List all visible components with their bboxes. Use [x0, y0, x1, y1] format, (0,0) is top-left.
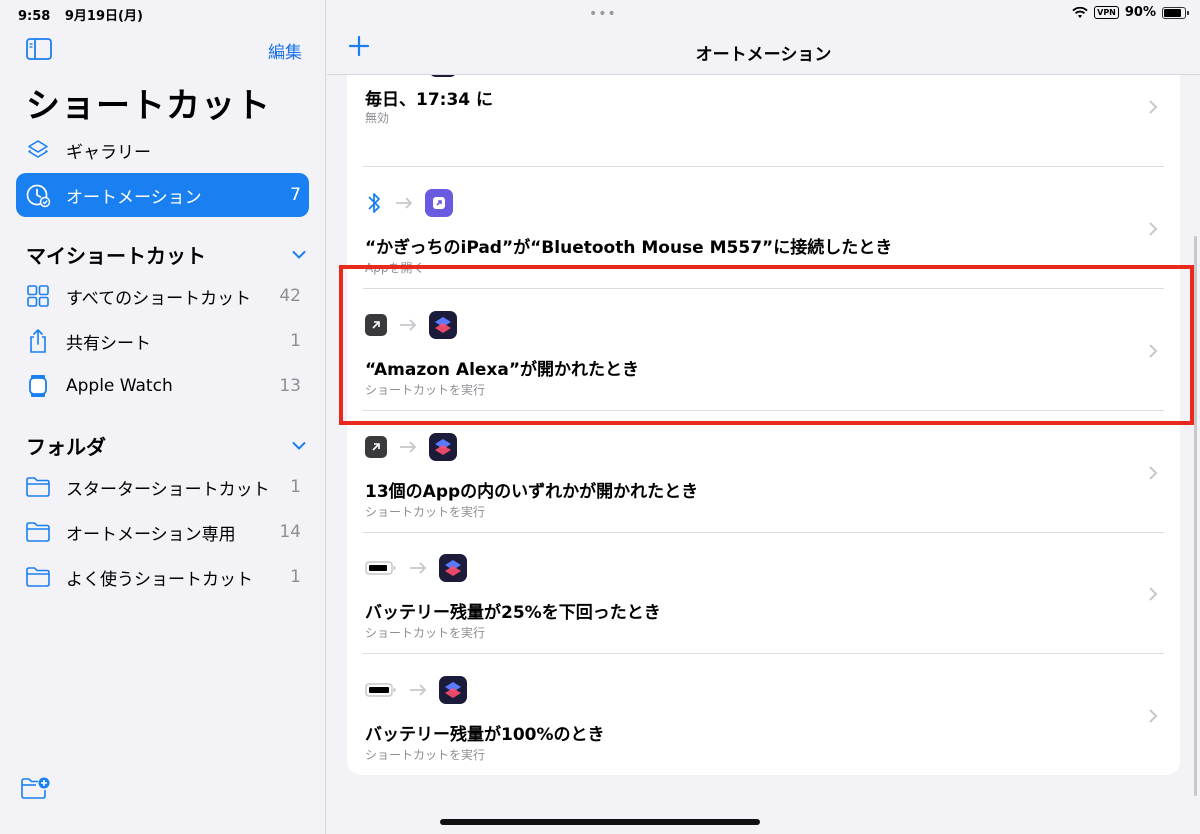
automation-row[interactable]: バッテリー残量が100%のとき ショートカットを実行 [347, 654, 1180, 775]
sidebar-item-apple-watch[interactable]: Apple Watch 13 [16, 364, 309, 408]
automation-title: バッテリー残量が25%を下回ったとき [365, 603, 661, 623]
section-title: フォルダ [26, 435, 106, 459]
automation-row[interactable]: 毎日、17:34 に 無効 [347, 75, 1180, 167]
battery-full-icon [365, 683, 396, 697]
arrow-right-icon [410, 684, 427, 696]
item-count: 1 [290, 331, 301, 351]
chevron-right-icon [1149, 709, 1158, 723]
automation-title: 13個のAppの内のいずれかが開かれたとき [365, 482, 699, 502]
automation-subtitle: ショートカットを実行 [365, 505, 486, 519]
scrollbar[interactable] [1194, 236, 1197, 796]
sidebar-item-label: ギャラリー [66, 142, 151, 163]
chevron-down-icon[interactable] [292, 250, 306, 260]
chevron-right-icon [1149, 466, 1158, 480]
home-indicator[interactable] [440, 819, 760, 825]
sidebar-toggle-icon[interactable] [26, 38, 52, 60]
chevron-right-icon [1149, 587, 1158, 601]
shortcuts-app-icon [429, 75, 457, 77]
item-count: 14 [279, 522, 301, 542]
folder-icon [24, 473, 52, 501]
chevron-right-icon [1149, 100, 1158, 114]
sidebar-item-gallery[interactable]: ギャラリー [16, 128, 309, 172]
arrow-right-icon [400, 441, 417, 453]
sidebar-item-all-shortcuts[interactable]: すべてのショートカット 42 [16, 274, 309, 318]
battery-low-icon [365, 561, 396, 575]
app-open-icon [365, 436, 387, 458]
automation-subtitle: 無効 [365, 111, 390, 125]
folders-header[interactable]: フォルダ [26, 431, 306, 460]
automation-title: “かぎっちのiPad”が“Bluetooth Mouse M557”に接続したと… [365, 238, 893, 258]
vpn-badge: VPN [1094, 6, 1119, 19]
sidebar-item-label: スターターショートカット [66, 479, 270, 500]
folder-icon [24, 518, 52, 546]
new-folder-icon[interactable] [20, 776, 50, 800]
shortcuts-app-icon [439, 554, 467, 582]
sidebar-item-share-sheet[interactable]: 共有シート 1 [16, 319, 309, 363]
sidebar-item-label: よく使うショートカット [66, 569, 253, 590]
sidebar-item-folder[interactable]: スターターショートカット 1 [16, 465, 309, 509]
watch-icon [24, 372, 52, 400]
automation-row[interactable]: バッテリー残量が25%を下回ったとき ショートカットを実行 [347, 532, 1180, 654]
item-count: 1 [290, 567, 301, 587]
automation-subtitle: ショートカットを実行 [365, 626, 486, 640]
sidebar-item-label: 共有シート [66, 333, 151, 354]
chevron-down-icon[interactable] [292, 441, 306, 451]
bluetooth-icon [368, 193, 380, 213]
my-shortcuts-header[interactable]: マイショートカット [26, 240, 306, 269]
grid-icon [24, 282, 52, 310]
status-bar: 9:58 9月19日(月) VPN 90% [0, 0, 1200, 26]
battery-icon [1162, 6, 1189, 19]
section-title: マイショートカット [26, 244, 206, 268]
wifi-icon [1072, 6, 1088, 18]
item-count: 7 [290, 185, 301, 205]
item-count: 42 [279, 286, 301, 306]
sidebar-item-folder[interactable]: よく使うショートカット 1 [16, 555, 309, 599]
battery-percent: 90% [1124, 5, 1156, 20]
clock-check-icon [24, 181, 52, 209]
sidebar: 編集 ショートカット ギャラリー オートメーション 7 マイショートカット すべ… [0, 0, 326, 834]
sidebar-item-folder[interactable]: オートメーション専用 14 [16, 510, 309, 554]
highlight-box [339, 265, 1194, 425]
item-count: 13 [279, 376, 301, 396]
page-title: オートメーション [695, 45, 832, 65]
automation-row[interactable]: 13個のAppの内のいずれかが開かれたとき ショートカットを実行 [347, 411, 1180, 533]
sidebar-item-label: オートメーション [66, 187, 202, 208]
shortcuts-app-icon [429, 433, 457, 461]
sidebar-item-label: オートメーション専用 [66, 524, 236, 545]
sidebar-item-automation[interactable]: オートメーション 7 [16, 173, 309, 217]
folder-icon [24, 563, 52, 591]
arrow-right-icon [410, 562, 427, 574]
open-app-icon [425, 189, 453, 217]
sidebar-item-label: すべてのショートカット [66, 288, 252, 309]
automation-title: バッテリー残量が100%のとき [365, 725, 605, 745]
shortcuts-app-icon [439, 676, 467, 704]
chevron-right-icon [1149, 222, 1158, 236]
sidebar-title: ショートカット [26, 86, 271, 126]
arrow-right-icon [396, 197, 413, 209]
layers-icon [24, 136, 52, 164]
automation-list: 毎日、17:34 に 無効 “かぎっちのiPad”が“Bluetooth Mou… [347, 75, 1180, 775]
automation-subtitle: ショートカットを実行 [365, 748, 486, 762]
share-icon [24, 327, 52, 355]
status-date: 9月19日(月) [64, 9, 143, 24]
automation-title: 毎日、17:34 に [365, 90, 494, 110]
edit-button[interactable]: 編集 [268, 38, 302, 63]
item-count: 1 [290, 477, 301, 497]
sidebar-item-label: Apple Watch [66, 376, 173, 396]
status-time: 9:58 [18, 9, 51, 24]
